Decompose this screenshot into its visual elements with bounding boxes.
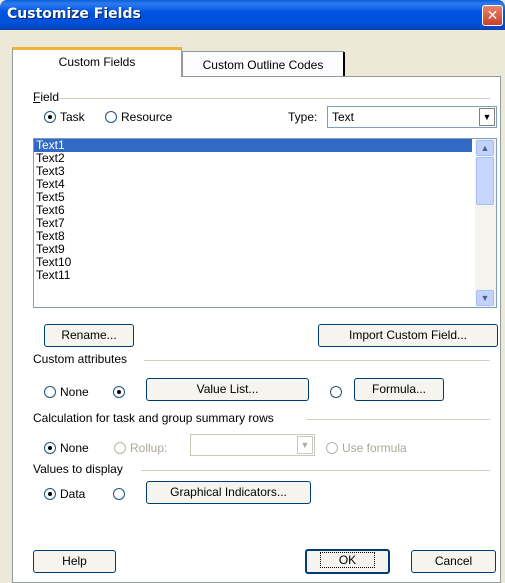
field-group-label-rest: ield bbox=[40, 90, 60, 104]
tab-custom-fields[interactable]: Custom Fields bbox=[12, 47, 182, 77]
calc-rollup-label: Rollup: bbox=[130, 441, 168, 455]
attributes-value-list-radio[interactable] bbox=[113, 386, 125, 398]
calculation-line bbox=[306, 419, 490, 420]
rename-button[interactable]: Rename... bbox=[44, 324, 134, 347]
custom-attributes-label: Custom attributes bbox=[33, 352, 128, 366]
calculation-label: Calculation for task and group summary r… bbox=[33, 411, 274, 425]
rollup-select[interactable]: ▼ bbox=[190, 434, 315, 456]
close-icon[interactable]: ✕ bbox=[482, 5, 503, 26]
field-list-item[interactable]: Text11 bbox=[34, 269, 472, 282]
scroll-thumb[interactable] bbox=[476, 157, 494, 205]
attributes-none-radio[interactable] bbox=[44, 386, 56, 398]
fields-list-items: Text1 Text2 Text3 Text4 Text5 Text6 Text7 Text8… bbox=[34, 139, 496, 282]
scroll-down-icon[interactable]: ▼ bbox=[476, 290, 494, 306]
field-list-item[interactable]: Text8 bbox=[34, 230, 472, 243]
import-custom-field-button[interactable]: Import Custom Field... bbox=[318, 324, 498, 347]
values-display-label: Values to display bbox=[33, 462, 123, 476]
tab-custom-fields-label: Custom Fields bbox=[58, 55, 136, 69]
display-graphical-radio[interactable] bbox=[113, 488, 125, 500]
dialog-title: Customize Fields bbox=[7, 6, 141, 22]
chevron-down-icon[interactable]: ▼ bbox=[297, 436, 313, 454]
title-bar: Customize Fields ✕ bbox=[0, 0, 505, 30]
formula-button[interactable]: Formula... bbox=[354, 378, 444, 401]
field-list-item[interactable]: Text1 bbox=[34, 139, 472, 152]
tab-separator bbox=[343, 52, 345, 78]
attributes-none-label: None bbox=[60, 385, 89, 399]
tab-custom-outline-codes[interactable]: Custom Outline Codes bbox=[182, 51, 345, 79]
calc-none-radio[interactable] bbox=[44, 442, 56, 454]
field-list-item[interactable]: Text2 bbox=[34, 152, 472, 165]
type-select-value: Text bbox=[332, 110, 355, 124]
field-group-label: Field bbox=[33, 90, 60, 104]
field-list-item[interactable]: Text10 bbox=[34, 256, 472, 269]
calc-none-label: None bbox=[60, 441, 89, 455]
fields-listbox[interactable]: Text1 Text2 Text3 Text4 Text5 Text6 Text7 Text8… bbox=[33, 138, 497, 308]
custom-attributes-line bbox=[144, 360, 490, 361]
field-list-item[interactable]: Text6 bbox=[34, 204, 472, 217]
chevron-down-icon[interactable]: ▼ bbox=[479, 108, 495, 126]
graphical-indicators-button[interactable]: Graphical Indicators... bbox=[146, 481, 311, 504]
calc-use-formula-label: Use formula bbox=[342, 441, 407, 455]
ok-button[interactable]: OK bbox=[305, 549, 390, 574]
calc-use-formula-radio[interactable] bbox=[326, 442, 338, 454]
attributes-formula-radio[interactable] bbox=[330, 386, 342, 398]
value-list-button[interactable]: Value List... bbox=[146, 378, 309, 401]
customize-fields-dialog: Customize Fields ✕ Custom Fields Custom … bbox=[0, 0, 505, 583]
field-list-item[interactable]: Text5 bbox=[34, 191, 472, 204]
values-display-line bbox=[141, 470, 490, 471]
type-label: Type: bbox=[288, 110, 318, 124]
task-radio[interactable] bbox=[44, 111, 56, 123]
field-list-item[interactable]: Text7 bbox=[34, 217, 472, 230]
cancel-button[interactable]: Cancel bbox=[411, 550, 496, 573]
display-data-radio[interactable] bbox=[44, 488, 56, 500]
listbox-scrollbar[interactable]: ▲ ▼ bbox=[475, 139, 496, 307]
field-list-item[interactable]: Text9 bbox=[34, 243, 472, 256]
resource-radio[interactable] bbox=[105, 111, 117, 123]
field-group-line bbox=[58, 98, 490, 99]
help-button[interactable]: Help bbox=[33, 550, 116, 573]
type-select[interactable]: Text ▼ bbox=[327, 106, 497, 128]
field-list-item[interactable]: Text4 bbox=[34, 178, 472, 191]
resource-radio-label: Resource bbox=[121, 110, 173, 124]
ok-button-label: OK bbox=[319, 552, 376, 568]
display-data-label: Data bbox=[60, 487, 86, 501]
scroll-up-icon[interactable]: ▲ bbox=[476, 140, 494, 156]
calc-rollup-radio[interactable] bbox=[114, 442, 126, 454]
task-radio-label: Task bbox=[60, 110, 85, 124]
field-list-item[interactable]: Text3 bbox=[34, 165, 472, 178]
tab-custom-outline-codes-label: Custom Outline Codes bbox=[202, 58, 324, 72]
